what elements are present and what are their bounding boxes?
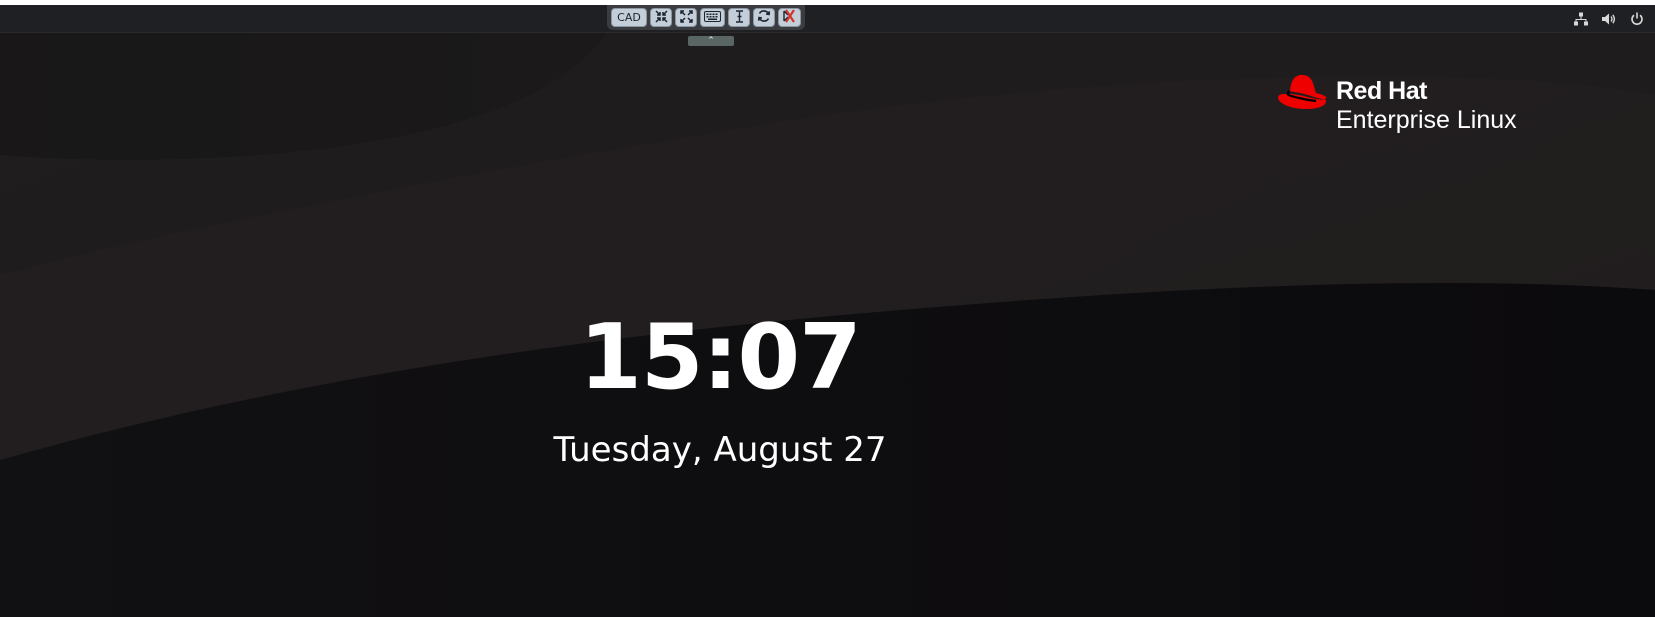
brand-name: Red Hat <box>1336 77 1427 105</box>
text-cursor-button[interactable] <box>728 8 750 27</box>
refresh-icon <box>757 9 771 26</box>
volume-icon[interactable] <box>1599 9 1619 29</box>
keyboard-button[interactable] <box>700 8 725 27</box>
shrink-icon <box>654 9 668 26</box>
brand-product: Enterprise Linux <box>1336 106 1517 134</box>
shrink-button[interactable] <box>650 8 672 27</box>
vnc-toolbar: CAD <box>607 5 805 30</box>
redhat-logo: Red Hat Enterprise Linux <box>1276 71 1517 141</box>
chevron-up-icon: ⌃ <box>707 36 715 46</box>
ctrl-alt-del-label: CAD <box>617 11 641 24</box>
top-bar <box>0 5 1655 33</box>
fullscreen-button[interactable] <box>675 8 697 27</box>
clock-date: Tuesday, August 27 <box>553 430 887 470</box>
redhat-hat-icon <box>1276 71 1330 117</box>
fullscreen-icon <box>679 9 693 26</box>
text-cursor-icon <box>735 9 744 26</box>
ctrl-alt-del-button[interactable]: CAD <box>611 8 647 27</box>
disconnect-icon <box>782 9 797 26</box>
network-icon[interactable] <box>1571 9 1591 29</box>
vnc-toolbar-toggle[interactable]: ⌃ <box>688 36 734 46</box>
disconnect-button[interactable] <box>778 8 801 27</box>
keyboard-icon <box>704 10 721 25</box>
system-tray[interactable] <box>1571 9 1647 29</box>
power-icon[interactable] <box>1627 9 1647 29</box>
refresh-button[interactable] <box>753 8 775 27</box>
clock-time: 15:07 <box>579 305 861 410</box>
lock-screen[interactable]: CAD ⌃ Red Hat Enterprise Linux 15:07 Tue… <box>0 5 1655 617</box>
